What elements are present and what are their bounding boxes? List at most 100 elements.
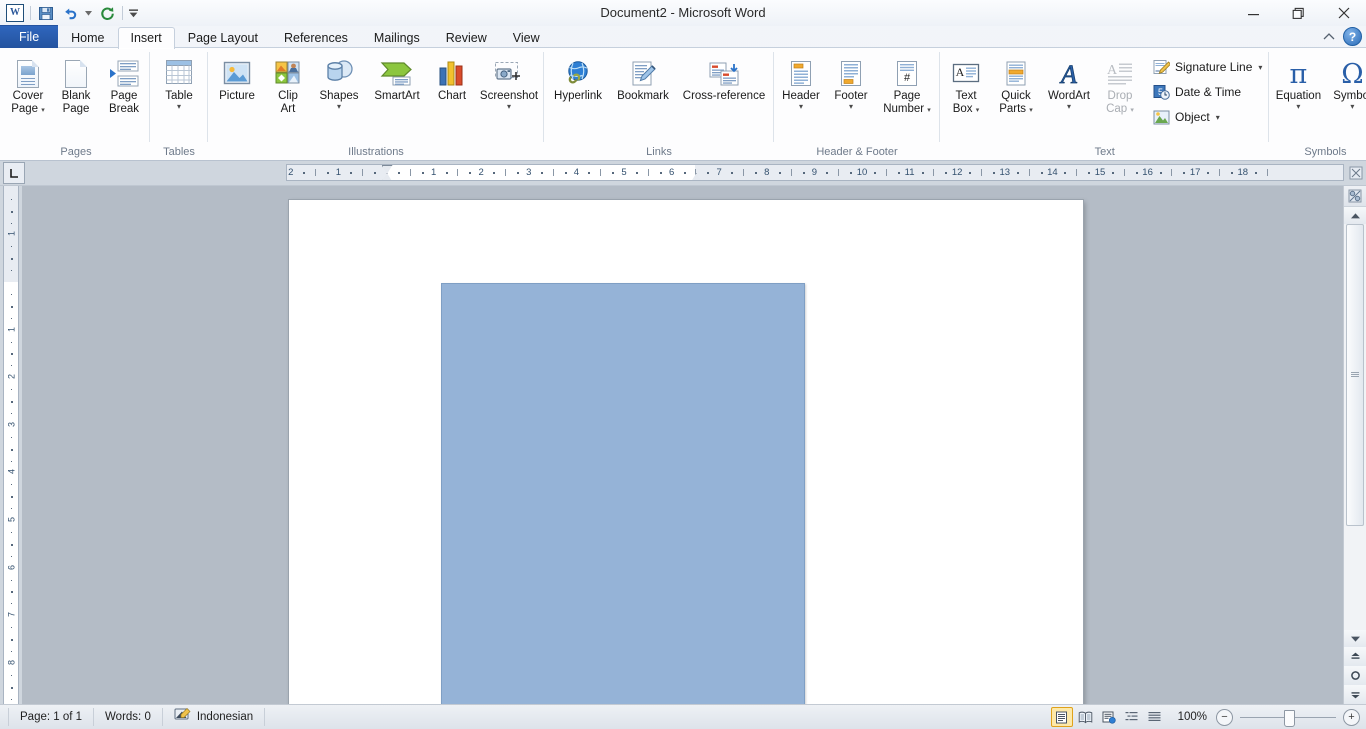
bookmark-button[interactable]: Bookmark [610,52,676,104]
save-icon[interactable] [35,3,57,23]
ruler-tick-label: 2 [288,167,294,178]
table-label: Table ▾ [165,90,193,111]
symbol-label: Symbol▾ [1333,90,1366,111]
zoom-in-button[interactable]: + [1343,708,1360,726]
view-outline[interactable] [1122,708,1142,726]
tab-insert[interactable]: Insert [117,27,175,49]
svg-text:A: A [1059,60,1077,88]
vertical-scrollbar[interactable] [1343,186,1366,704]
cover-page-button[interactable]: Cover Page ▾ [4,52,52,116]
blank-page-button[interactable]: Blank Page [52,52,100,116]
ruler-dot [469,172,472,174]
header-button[interactable]: Header ▾ [776,52,826,112]
clip-art-icon [273,56,303,88]
symbol-button[interactable]: Ω Symbol▾ [1325,52,1366,112]
page-break-label: Page Break [108,90,140,115]
ruler-tick-label: 3 [526,167,532,178]
document-canvas[interactable] [22,186,1343,704]
horizontal-ruler[interactable]: 2 1 1 2 3 4 5 6 7 8 9 10 11 12 13 14 15 16 17 18 [286,164,1344,181]
ruler-bar: 2 1 1 2 3 4 5 6 7 8 9 10 11 12 13 14 15 16 17 18 [0,161,1366,186]
zoom-out-button[interactable]: − [1216,708,1233,726]
wordart-button[interactable]: A WordArt ▾ [1042,52,1096,112]
drop-cap-button[interactable]: A Drop Cap ▾ [1096,52,1144,116]
scrollbar-thumb[interactable] [1346,224,1364,526]
next-page-button[interactable] [1344,685,1366,704]
svg-text:A: A [956,65,965,79]
footer-button[interactable]: Footer ▾ [826,52,876,112]
vruler-dot [11,674,12,676]
cross-reference-button[interactable]: Cross-reference [676,52,772,104]
ribbon-group-pages-label: Pages [60,146,92,158]
page-number-button[interactable]: # Page Number ▾ [876,52,938,116]
view-web-layout[interactable] [1099,708,1119,726]
ruler-tick-label: 15 [1094,167,1106,178]
word-logo-icon[interactable]: W [4,3,26,23]
ruler-dot [350,172,353,174]
screenshot-button[interactable]: Screenshot ▾ [476,52,542,112]
symbol-icon: Ω [1341,56,1363,88]
proofing-errors-icon [174,707,191,727]
vertical-ruler[interactable]: 1 1 2 3 4 5 6 7 8 [0,186,22,711]
zoom-slider[interactable] [1240,709,1336,727]
page-break-button[interactable]: Page Break [100,52,148,116]
chart-button[interactable]: Chart [428,52,476,104]
ribbon-group-symbols-label: Symbols [1304,146,1347,158]
quick-parts-button[interactable]: Quick Parts ▾ [990,52,1042,116]
redo-icon[interactable] [96,3,118,23]
picture-button[interactable]: Picture [210,52,264,104]
tab-review[interactable]: Review [433,27,500,49]
view-print-layout[interactable] [1050,707,1073,727]
zoom-slider-thumb[interactable] [1284,709,1295,727]
tab-stop-selector[interactable] [3,162,25,184]
ruler-tick [885,169,887,176]
scrollbar-track[interactable] [1344,224,1366,630]
minimize-ribbon-icon[interactable] [1322,30,1336,44]
previous-page-button[interactable] [1344,647,1366,666]
tab-references[interactable]: References [271,27,361,49]
page-indicator[interactable]: Page: 1 of 1 [8,708,95,726]
quick-parts-icon [1002,56,1030,88]
wordart-icon: A [1055,56,1083,88]
minimize-button[interactable] [1231,0,1276,26]
view-draft[interactable] [1145,708,1165,726]
customize-qat-icon[interactable] [127,3,140,23]
help-icon[interactable]: ? [1343,27,1362,46]
undo-icon[interactable] [59,3,81,23]
clip-art-button[interactable]: Clip Art [264,52,312,116]
zoom-level[interactable]: 100% [1178,711,1207,723]
object-caret-icon[interactable]: ▾ [1216,113,1220,122]
signature-line-caret-icon[interactable]: ▾ [1258,63,1262,72]
tab-mailings[interactable]: Mailings [361,27,433,49]
close-button[interactable] [1321,0,1366,26]
select-browse-object-button[interactable] [1344,186,1366,207]
word-count[interactable]: Words: 0 [94,708,163,726]
ribbon-group-header-footer: Header ▾ Footer ▾ # Page Number ▾ Header… [774,48,940,160]
view-full-screen[interactable] [1076,708,1096,726]
undo-dropdown-icon[interactable] [83,3,94,23]
ruler-tick [1123,169,1125,176]
document-page[interactable] [289,200,1083,704]
shapes-button[interactable]: Shapes ▾ [312,52,366,112]
date-time-button[interactable]: 5 Date & Time [1148,80,1267,104]
smartart-button[interactable]: SmartArt [366,52,428,104]
signature-line-button[interactable]: Signature Line ▾ [1148,55,1267,79]
tab-file[interactable]: File [0,25,59,48]
tab-home[interactable]: Home [58,27,117,49]
ruler-corner-icon [1346,163,1366,183]
rectangle-shape[interactable] [441,283,805,704]
restore-button[interactable] [1276,0,1321,26]
vruler-dot [11,412,12,414]
table-button[interactable]: Table ▾ [152,52,206,112]
language-indicator[interactable]: Indonesian [197,708,253,726]
scroll-down-button[interactable] [1344,630,1366,647]
scroll-up-button[interactable] [1344,207,1366,224]
text-box-button[interactable]: A Text Box ▾ [942,52,990,116]
proofing-status[interactable]: Indonesian [163,707,266,727]
select-browse-object-circle-button[interactable] [1344,666,1366,685]
equation-button[interactable]: π Equation ▾ [1271,52,1325,112]
tab-view[interactable]: View [500,27,553,49]
object-button[interactable]: Object ▾ [1148,105,1267,129]
hyperlink-button[interactable]: Hyperlink [546,52,610,104]
tab-page-layout[interactable]: Page Layout [175,27,271,49]
cover-page-icon [17,56,39,88]
